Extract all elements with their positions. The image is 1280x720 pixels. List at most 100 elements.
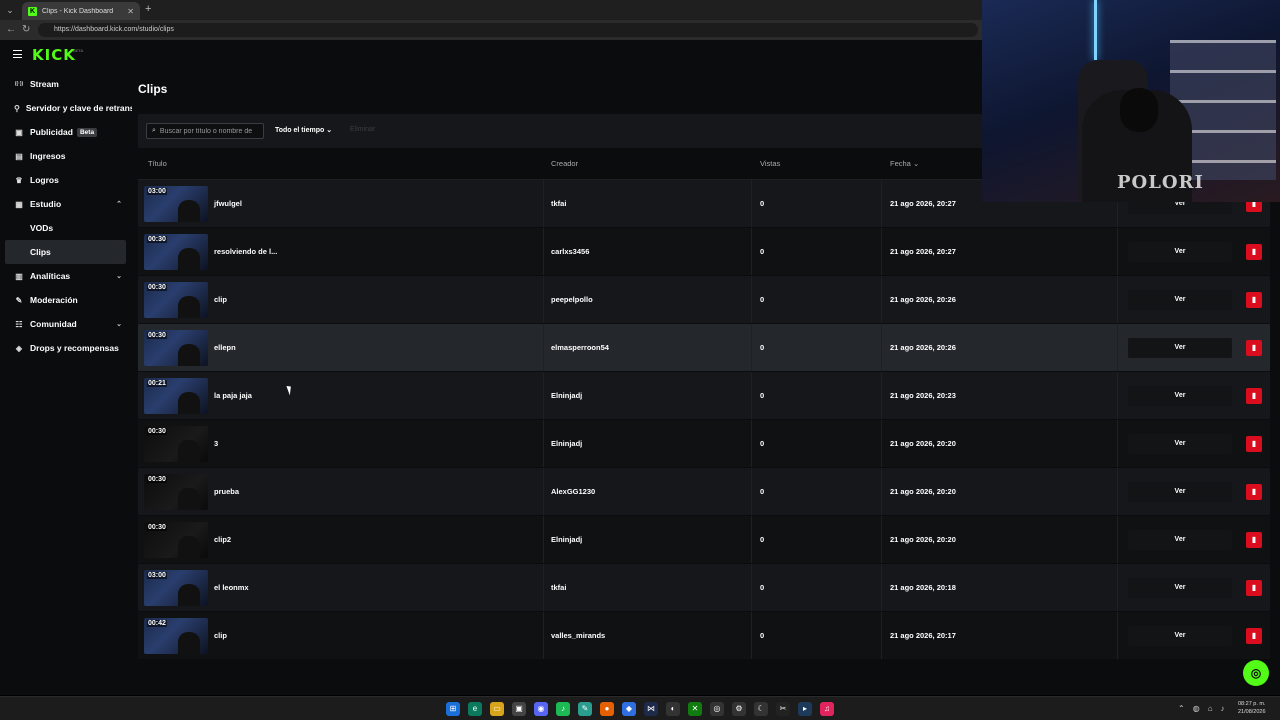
table-row[interactable]: 00:21 la paja jaja Elninjadj 0 21 ago 20…	[138, 372, 1270, 420]
table-row[interactable]: 00:30 clip2 Elninjadj 0 21 ago 2026, 20:…	[138, 516, 1270, 564]
column-title[interactable]: Título	[148, 159, 167, 168]
column-views[interactable]: Vistas	[760, 159, 780, 168]
view-clip-button[interactable]: Ver	[1128, 338, 1232, 358]
sidebar-item-clips[interactable]: Clips	[5, 240, 126, 264]
reload-icon[interactable]: ↻	[22, 24, 30, 35]
table-row[interactable]: 00:30 prueba AlexGG1230 0 21 ago 2026, 2…	[138, 468, 1270, 516]
sidebar-item-anal-ticas[interactable]: ▥ Analíticas ⌄	[0, 264, 132, 288]
clip-creator[interactable]: Elninjadj	[551, 391, 582, 400]
clip-creator[interactable]: carlxs3456	[551, 247, 589, 256]
edge-icon[interactable]: e	[468, 702, 482, 716]
new-tab-icon[interactable]: +	[145, 3, 151, 15]
url-field[interactable]: https://dashboard.kick.com/studio/clips	[38, 23, 978, 37]
clip-title[interactable]: prueba	[214, 487, 239, 496]
code-icon[interactable]: ⋈	[644, 702, 658, 716]
clip-title[interactable]: resolviendo de l...	[214, 247, 277, 256]
network-icon[interactable]: ⌂	[1208, 704, 1213, 713]
delete-clip-button[interactable]: ▮	[1246, 244, 1262, 260]
clip-title[interactable]: clip	[214, 631, 227, 640]
table-row[interactable]: 00:30 clip peepelpollo 0 21 ago 2026, 20…	[138, 276, 1270, 324]
clip-title[interactable]: clip	[214, 295, 227, 304]
vpn-icon[interactable]: ◆	[622, 702, 636, 716]
delete-clip-button[interactable]: ▮	[1246, 388, 1262, 404]
start-icon[interactable]: ⊞	[446, 702, 460, 716]
search-input[interactable]	[159, 127, 260, 135]
delete-clip-button[interactable]: ▮	[1246, 532, 1262, 548]
clip-creator[interactable]: peepelpollo	[551, 295, 593, 304]
terminal-icon[interactable]: ▸	[798, 702, 812, 716]
clip-thumbnail[interactable]: 00:30	[144, 282, 208, 318]
delete-clip-button[interactable]: ▮	[1246, 484, 1262, 500]
column-date[interactable]: Fecha ⌄	[890, 159, 919, 168]
clip-creator[interactable]: elmasperroon54	[551, 343, 609, 352]
app-icon[interactable]: ✎	[578, 702, 592, 716]
chrome-icon[interactable]: ◎	[710, 702, 724, 716]
obs-icon[interactable]: ◐	[666, 702, 680, 716]
clip-title[interactable]: la paja jaja	[214, 391, 252, 400]
explorer-icon[interactable]: ▭	[490, 702, 504, 716]
clip-creator[interactable]: AlexGG1230	[551, 487, 595, 496]
clip-thumbnail[interactable]: 00:30	[144, 474, 208, 510]
clip-thumbnail[interactable]: 00:42	[144, 618, 208, 654]
table-row[interactable]: 00:42 clip valles_mirands 0 21 ago 2026,…	[138, 612, 1270, 660]
column-creator[interactable]: Creador	[551, 159, 578, 168]
view-clip-button[interactable]: Ver	[1128, 626, 1232, 646]
clip-thumbnail[interactable]: 03:00	[144, 186, 208, 222]
delete-clip-button[interactable]: ▮	[1246, 628, 1262, 644]
delete-clip-button[interactable]: ▮	[1246, 436, 1262, 452]
table-row[interactable]: 00:30 3 Elninjadj 0 21 ago 2026, 20:20 V…	[138, 420, 1270, 468]
back-icon[interactable]: ←	[6, 24, 16, 35]
tiktok-icon[interactable]: ♫	[820, 702, 834, 716]
clip-creator[interactable]: Elninjadj	[551, 535, 582, 544]
table-row[interactable]: 00:30 ellepn elmasperroon54 0 21 ago 202…	[138, 324, 1270, 372]
view-clip-button[interactable]: Ver	[1128, 578, 1232, 598]
mic-icon[interactable]: ◍	[1193, 704, 1200, 713]
clip-title[interactable]: ellepn	[214, 343, 236, 352]
clip-thumbnail[interactable]: 00:21	[144, 378, 208, 414]
search-box[interactable]: ⌕	[146, 123, 264, 139]
clip-thumbnail[interactable]: 00:30	[144, 426, 208, 462]
delete-clip-button[interactable]: ▮	[1246, 340, 1262, 356]
clip-thumbnail[interactable]: 00:30	[144, 234, 208, 270]
sidebar-item-estudio[interactable]: ▦ Estudio ⌃	[0, 192, 132, 216]
sidebar-item-servidor-y-clave-de-retransmisi-n[interactable]: ⚲ Servidor y clave de retransmisión	[0, 96, 132, 120]
clip-creator[interactable]: valles_mirands	[551, 631, 605, 640]
delete-clip-button[interactable]: ▮	[1246, 580, 1262, 596]
view-clip-button[interactable]: Ver	[1128, 530, 1232, 550]
volume-icon[interactable]: ♪	[1221, 704, 1225, 713]
view-clip-button[interactable]: Ver	[1128, 242, 1232, 262]
firefox-icon[interactable]: ●	[600, 702, 614, 716]
clip-title[interactable]: 3	[214, 439, 218, 448]
discord-icon[interactable]: ◉	[534, 702, 548, 716]
sidebar-item-moderaci-n[interactable]: ✎ Moderación	[0, 288, 132, 312]
settings-icon[interactable]: ⚙	[732, 702, 746, 716]
delete-clip-button[interactable]: ▮	[1246, 292, 1262, 308]
clip-thumbnail[interactable]: 00:30	[144, 522, 208, 558]
clip-creator[interactable]: tkfai	[551, 583, 566, 592]
capcut-icon[interactable]: ✂	[776, 702, 790, 716]
clip-creator[interactable]: Elninjadj	[551, 439, 582, 448]
tray-overflow-icon[interactable]: ⌃	[1178, 704, 1185, 713]
view-clip-button[interactable]: Ver	[1128, 290, 1232, 310]
clip-thumbnail[interactable]: 03:00	[144, 570, 208, 606]
clip-creator[interactable]: tkfai	[551, 199, 566, 208]
sidebar-item-publicidad[interactable]: ▣ Publicidad Beta	[0, 120, 132, 144]
clip-title[interactable]: jfwulgel	[214, 199, 242, 208]
store-icon[interactable]: ▣	[512, 702, 526, 716]
system-clock[interactable]: 08:27 p. m. 21/08/2026	[1238, 700, 1266, 716]
clip-title[interactable]: el leonmx	[214, 583, 249, 592]
sidebar-item-comunidad[interactable]: ☷ Comunidad ⌄	[0, 312, 132, 336]
misc-app-icon[interactable]: ☾	[754, 702, 768, 716]
kick-logo[interactable]: KICK	[32, 46, 76, 64]
browser-tab[interactable]: K Clips - Kick Dashboard ✕	[22, 2, 140, 20]
clip-thumbnail[interactable]: 00:30	[144, 330, 208, 366]
sidebar-item-logros[interactable]: ♛ Logros	[0, 168, 132, 192]
close-tab-icon[interactable]: ✕	[127, 7, 134, 16]
sidebar-item-stream[interactable]: ((·)) Stream	[0, 72, 132, 96]
table-row[interactable]: 03:00 el leonmx tkfai 0 21 ago 2026, 20:…	[138, 564, 1270, 612]
table-row[interactable]: 00:30 resolviendo de l... carlxs3456 0 2…	[138, 228, 1270, 276]
clip-title[interactable]: clip2	[214, 535, 231, 544]
time-filter-dropdown[interactable]: Todo el tiempo ⌄	[275, 126, 332, 134]
sidebar-item-vods[interactable]: VODs	[0, 216, 132, 240]
menu-icon[interactable]	[13, 50, 22, 58]
